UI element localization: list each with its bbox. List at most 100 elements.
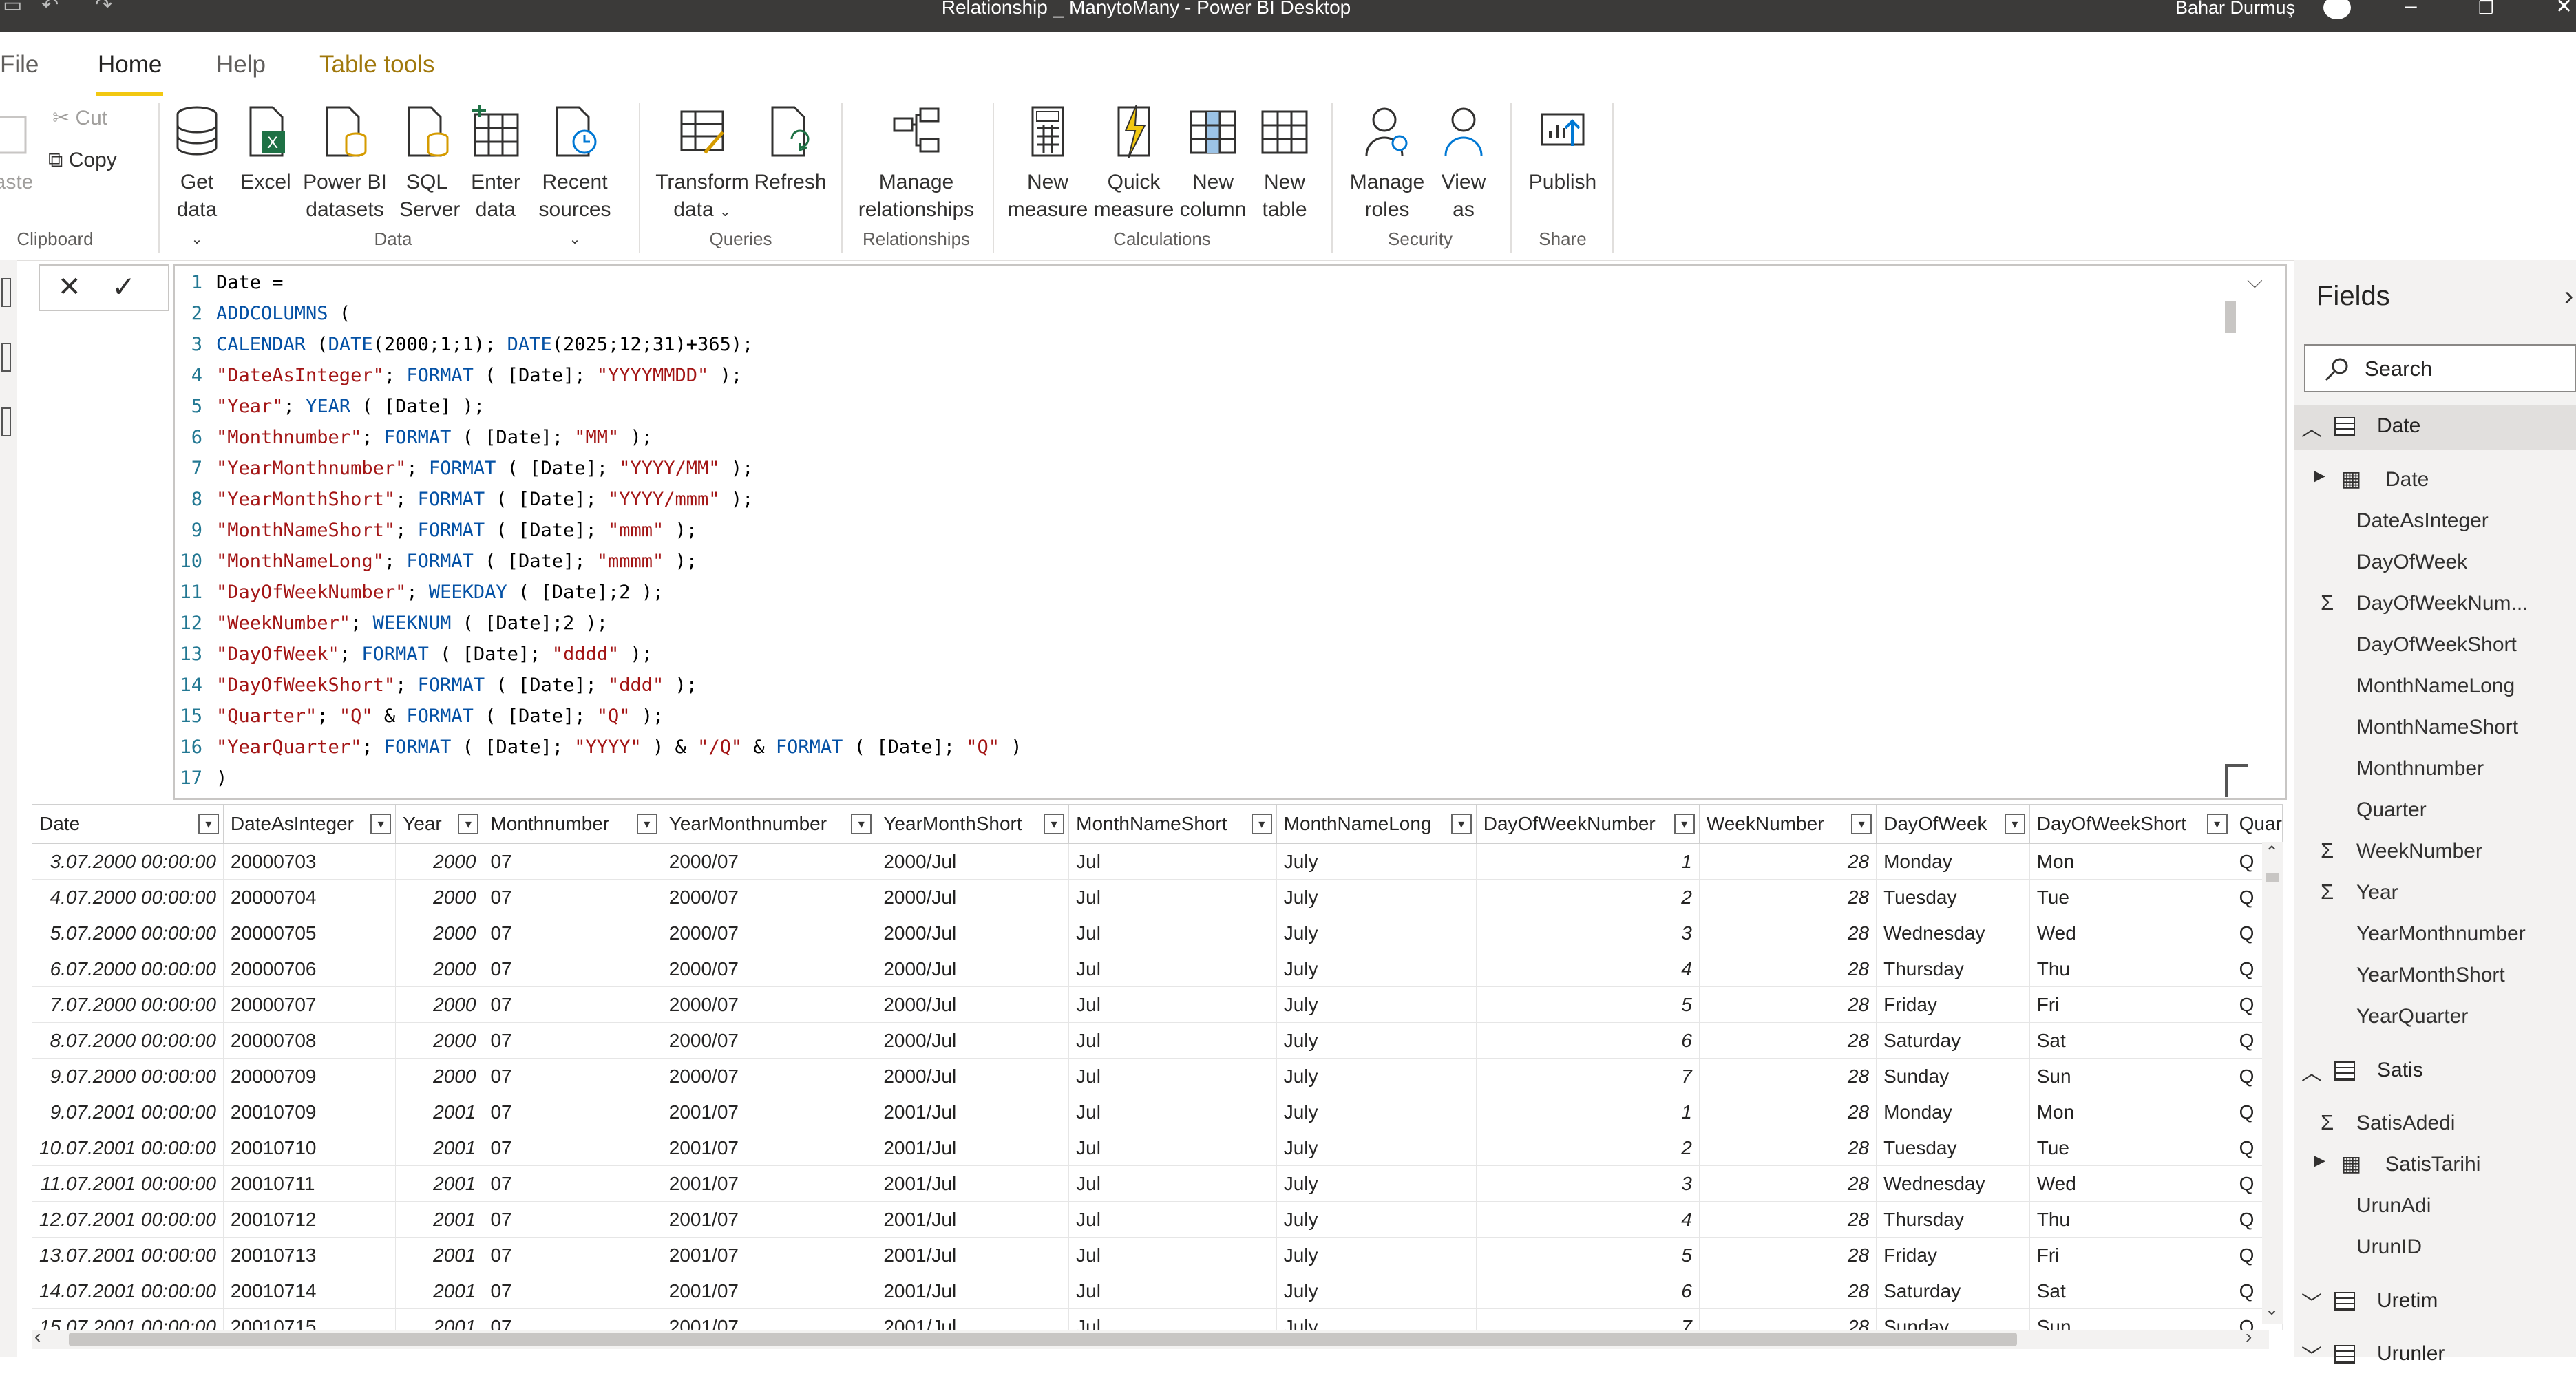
table-cell[interactable]: 2000/07 xyxy=(661,915,877,951)
table-cell[interactable]: 20010715 xyxy=(222,1308,397,1330)
table-cell[interactable]: Thursday xyxy=(1876,1201,2030,1238)
field-item[interactable]: ▶ ▦ SatisTarihi xyxy=(2314,1152,2480,1176)
table-cell[interactable]: 2001 xyxy=(395,1165,484,1202)
tab-help[interactable]: Help xyxy=(216,51,266,78)
table-cell[interactable]: Friday xyxy=(1876,986,2030,1023)
excel-button[interactable]: X Excel xyxy=(238,105,293,196)
table-cell[interactable]: 28 xyxy=(1698,879,1877,915)
table-cell[interactable]: 28 xyxy=(1698,986,1877,1023)
editor-scrollbar-thumb[interactable] xyxy=(2225,301,2236,333)
minimize-icon[interactable]: – xyxy=(2405,0,2417,18)
table-cell[interactable]: 28 xyxy=(1698,951,1877,987)
table-cell[interactable]: 3 xyxy=(1475,915,1700,951)
table-cell[interactable]: 5.07.2000 00:00:00 xyxy=(32,915,224,951)
field-table[interactable]: ﹀ Uretim xyxy=(2294,1280,2576,1325)
collapse-editor-icon[interactable]: ⌵ xyxy=(2247,270,2263,293)
table-cell[interactable]: Jul xyxy=(1068,951,1277,987)
copy-button[interactable]: ⧉ Copy xyxy=(48,149,117,172)
fields-search-input[interactable]: Search xyxy=(2304,344,2576,392)
field-item[interactable]: DateAsInteger xyxy=(2356,509,2489,533)
table-cell[interactable]: July xyxy=(1276,986,1477,1023)
field-item[interactable]: Monthnumber xyxy=(2356,757,2484,781)
new-table-button[interactable]: New table xyxy=(1252,105,1318,224)
column-header[interactable]: Monthnumber ▾ xyxy=(483,804,662,844)
table-cell[interactable]: 14.07.2001 00:00:00 xyxy=(32,1273,224,1309)
table-cell[interactable]: 2000/Jul xyxy=(876,915,1070,951)
table-cell[interactable]: 28 xyxy=(1698,1308,1877,1330)
table-cell[interactable]: July xyxy=(1276,1165,1477,1202)
table-cell[interactable]: 28 xyxy=(1698,1201,1877,1238)
data-view-icon[interactable] xyxy=(1,343,11,372)
table-cell[interactable]: 07 xyxy=(483,915,662,951)
table-cell[interactable]: 28 xyxy=(1698,1273,1877,1309)
table-cell[interactable]: 28 xyxy=(1698,1237,1877,1273)
table-cell[interactable]: 2001/07 xyxy=(661,1237,877,1273)
field-item[interactable]: YearMonthShort xyxy=(2356,964,2505,987)
table-cell[interactable]: Mon xyxy=(2029,843,2232,880)
table-cell[interactable]: 20000706 xyxy=(222,951,397,987)
editor-resize-handle[interactable] xyxy=(2225,764,2248,797)
table-cell[interactable]: 5 xyxy=(1475,986,1700,1023)
table-cell[interactable]: 2001/07 xyxy=(661,1165,877,1202)
table-cell[interactable]: 13.07.2001 00:00:00 xyxy=(32,1237,224,1273)
table-cell[interactable]: 20000708 xyxy=(222,1022,397,1059)
field-item[interactable]: ▶ ▦ Date xyxy=(2314,467,2429,491)
field-item[interactable]: UrunAdi xyxy=(2356,1194,2431,1218)
table-cell[interactable]: 2001/Jul xyxy=(876,1165,1070,1202)
column-header[interactable]: Quar xyxy=(2231,804,2283,844)
filter-dropdown-icon[interactable]: ▾ xyxy=(458,814,479,834)
field-table[interactable]: ︿ Satis xyxy=(2294,1049,2576,1094)
filter-dropdown-icon[interactable]: ▾ xyxy=(1450,814,1472,834)
table-cell[interactable]: 28 xyxy=(1698,915,1877,951)
sql-server-button[interactable]: SQL Server xyxy=(399,105,460,224)
table-cell[interactable]: 9.07.2001 00:00:00 xyxy=(32,1094,224,1130)
table-cell[interactable]: 12.07.2001 00:00:00 xyxy=(32,1201,224,1238)
table-cell[interactable]: 28 xyxy=(1698,1130,1877,1166)
table-cell[interactable]: 2000/07 xyxy=(661,1022,877,1059)
table-cell[interactable]: 2 xyxy=(1475,879,1700,915)
field-item[interactable]: Quarter xyxy=(2356,798,2427,822)
table-cell[interactable]: 07 xyxy=(483,986,662,1023)
table-cell[interactable]: 15.07.2001 00:00:00 xyxy=(32,1308,224,1330)
power-bi-datasets-button[interactable]: Power BI datasets xyxy=(300,105,390,224)
quick-measure-button[interactable]: Quick measure xyxy=(1090,104,1177,224)
publish-button[interactable]: Publish xyxy=(1521,105,1604,196)
table-cell[interactable]: 20000703 xyxy=(222,843,397,880)
table-cell[interactable]: Jul xyxy=(1068,1058,1277,1094)
table-cell[interactable]: 2000/07 xyxy=(661,843,877,880)
table-cell[interactable]: 07 xyxy=(483,879,662,915)
table-cell[interactable]: 5 xyxy=(1475,1237,1700,1273)
table-cell[interactable]: Jul xyxy=(1068,1237,1277,1273)
table-cell[interactable]: Thursday xyxy=(1876,951,2030,987)
table-cell[interactable]: 2001 xyxy=(395,1273,484,1309)
filter-dropdown-icon[interactable]: ▾ xyxy=(2206,814,2228,834)
column-header[interactable]: Year ▾ xyxy=(395,804,484,844)
field-item[interactable]: Σ DayOfWeekNum... xyxy=(2321,591,2529,615)
new-column-button[interactable]: New column xyxy=(1179,105,1247,224)
field-item[interactable]: YearQuarter xyxy=(2356,1005,2468,1028)
table-cell[interactable]: Sunday xyxy=(1876,1308,2030,1330)
table-cell[interactable]: 2001/Jul xyxy=(876,1130,1070,1166)
table-cell[interactable]: Monday xyxy=(1876,843,2030,880)
table-cell[interactable]: 6 xyxy=(1475,1022,1700,1059)
table-cell[interactable]: 20010709 xyxy=(222,1094,397,1130)
table-cell[interactable]: 9.07.2000 00:00:00 xyxy=(32,1058,224,1094)
table-cell[interactable]: 2001/07 xyxy=(661,1094,877,1130)
field-item[interactable]: Σ Year xyxy=(2321,880,2398,904)
table-cell[interactable]: July xyxy=(1276,1094,1477,1130)
table-cell[interactable]: Jul xyxy=(1068,843,1277,880)
table-cell[interactable]: 2001/07 xyxy=(661,1201,877,1238)
table-cell[interactable]: 2001 xyxy=(395,1237,484,1273)
filter-dropdown-icon[interactable]: ▾ xyxy=(1044,814,1065,834)
table-cell[interactable]: 2001/Jul xyxy=(876,1094,1070,1130)
table-cell[interactable]: Mon xyxy=(2029,1094,2232,1130)
filter-dropdown-icon[interactable]: ▾ xyxy=(1851,814,1872,834)
table-cell[interactable]: 20010710 xyxy=(222,1130,397,1166)
chevron-up-icon[interactable]: ︿ xyxy=(2301,1056,2322,1086)
table-cell[interactable]: 07 xyxy=(483,1273,662,1309)
filter-dropdown-icon[interactable]: ▾ xyxy=(1251,814,1272,834)
paste-button[interactable]: aste xyxy=(0,105,34,196)
column-header[interactable]: DateAsInteger ▾ xyxy=(222,804,397,844)
table-cell[interactable]: 28 xyxy=(1698,1058,1877,1094)
table-cell[interactable]: July xyxy=(1276,1308,1477,1330)
